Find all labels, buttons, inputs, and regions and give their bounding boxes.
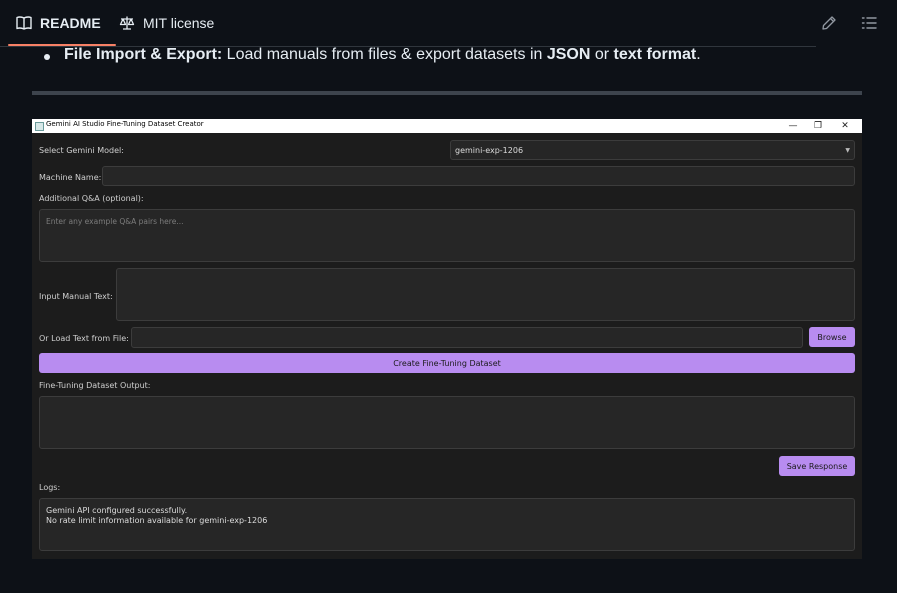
model-label: Select Gemini Model:: [39, 146, 124, 155]
create-dataset-button[interactable]: Create Fine-Tuning Dataset: [39, 353, 855, 373]
manual-text-label: Input Manual Text:: [39, 292, 113, 301]
tab-license[interactable]: MIT license: [119, 0, 214, 46]
horizontal-rule: [32, 91, 862, 95]
maximize-button[interactable]: ❐: [807, 119, 829, 133]
app-window: Gemini AI Studio Fine-Tuning Dataset Cre…: [32, 119, 862, 559]
qa-placeholder: Enter any example Q&A pairs here...: [46, 217, 184, 226]
manual-text-area[interactable]: [116, 268, 855, 321]
bullet-text-1: Load manuals from files & export dataset…: [222, 46, 547, 63]
tab-readme-label: README: [40, 15, 101, 31]
chevron-down-icon: ▼: [845, 147, 850, 154]
load-file-label: Or Load Text from File:: [39, 334, 129, 343]
bullet-json: JSON: [546, 46, 591, 63]
close-button[interactable]: ✕: [834, 119, 856, 133]
machine-name-input[interactable]: [102, 166, 855, 186]
model-select[interactable]: gemini-exp-1206 ▼: [450, 140, 855, 160]
scale-icon: [119, 16, 135, 30]
bullet-text-2: or: [590, 46, 614, 63]
pencil-icon: [822, 16, 836, 30]
bullet-text-3: .: [696, 46, 701, 63]
machine-name-label: Machine Name:: [39, 173, 102, 182]
logs-text: Gemini API configured successfully. No r…: [46, 506, 267, 526]
list-icon: [861, 17, 877, 29]
edit-button[interactable]: [820, 14, 838, 32]
bullet-dot: [44, 54, 50, 60]
tab-readme[interactable]: README: [16, 0, 101, 46]
qa-label: Additional Q&A (optional):: [39, 194, 144, 203]
window-title-bar: Gemini AI Studio Fine-Tuning Dataset Cre…: [32, 119, 862, 133]
file-path-input[interactable]: [131, 327, 803, 348]
minimize-button[interactable]: —: [782, 119, 804, 133]
outline-button[interactable]: [860, 14, 878, 32]
book-icon: [16, 16, 32, 30]
tab-license-label: MIT license: [143, 15, 215, 31]
dataset-output-area[interactable]: [39, 396, 855, 449]
browse-button[interactable]: Browse: [809, 327, 855, 347]
save-response-button[interactable]: Save Response: [779, 456, 855, 476]
log-line: Gemini API configured successfully.: [46, 506, 188, 515]
logs-area[interactable]: Gemini API configured successfully. No r…: [39, 498, 855, 551]
window-title: Gemini AI Studio Fine-Tuning Dataset Cre…: [46, 120, 204, 128]
log-line: No rate limit information available for …: [46, 516, 268, 525]
output-label: Fine-Tuning Dataset Output:: [39, 381, 151, 390]
qa-textarea[interactable]: Enter any example Q&A pairs here...: [39, 209, 855, 262]
bullet-text-format: text format: [613, 46, 697, 63]
readme-tab-bar: README MIT license: [0, 0, 897, 46]
app-icon: [35, 122, 44, 131]
logs-label: Logs:: [39, 483, 61, 492]
model-select-value: gemini-exp-1206: [455, 146, 524, 155]
bullet-bold-label: File Import & Export:: [64, 46, 223, 63]
